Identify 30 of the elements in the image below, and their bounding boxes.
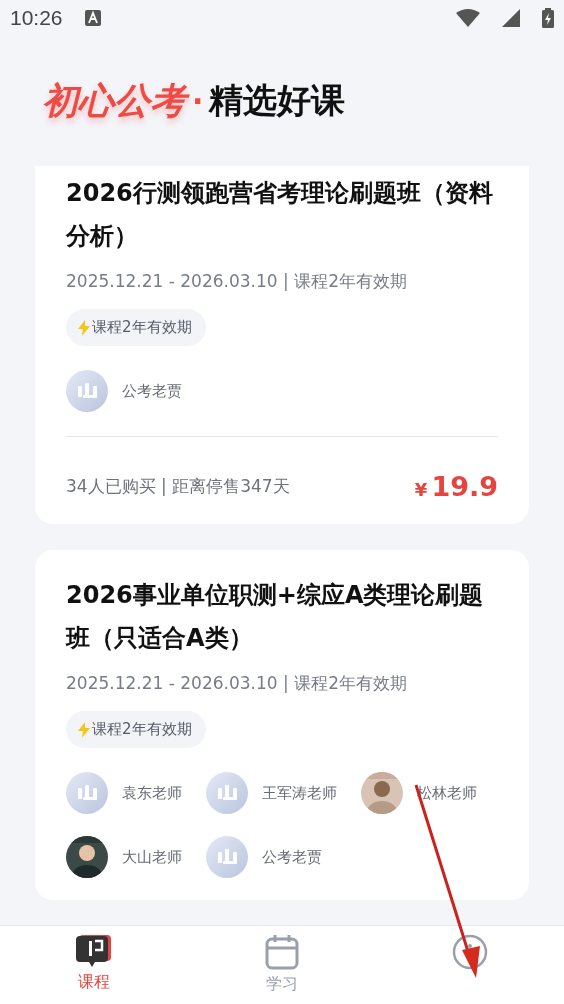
teacher-name: 王军涛老师 xyxy=(262,783,337,803)
logo-avatar xyxy=(206,836,248,878)
teacher-name: 公考老贾 xyxy=(122,381,182,401)
sales-info: 34人已购买 | 距离停售347天 xyxy=(66,475,290,498)
course-period: 2025.12.21 - 2026.03.10 | 课程2年有效期 xyxy=(66,672,408,695)
title-separator: · xyxy=(192,83,204,119)
lightning-icon xyxy=(78,721,90,738)
calendar-icon xyxy=(265,934,299,970)
logo-avatar xyxy=(66,370,108,412)
course-title: 2026事业单位职测+综应A类理论刷题班（只适合A类） xyxy=(66,580,485,654)
book-icon xyxy=(75,934,113,968)
teacher-name: 袁东老师 xyxy=(122,783,182,803)
signal-icon xyxy=(502,9,520,27)
course-period: 2025.12.21 - 2026.03.10 | 课程2年有效期 xyxy=(66,270,408,293)
status-time: 10:26 xyxy=(10,6,63,30)
price: ¥19.9 xyxy=(414,471,498,502)
logo-avatar xyxy=(206,772,248,814)
nav-tab[interactable]: 课程 xyxy=(0,926,188,1004)
battery-icon xyxy=(542,8,554,28)
teacher-name: 公考老贾 xyxy=(262,847,322,867)
keyboard-notification-icon xyxy=(84,10,101,26)
tag-text: 课程2年有效期 xyxy=(92,720,192,739)
wifi-icon xyxy=(456,9,480,27)
course-card[interactable]: 2026行测领跑营省考理论刷题班（资料分析） 2025.12.21 - 2026.03.10 | 课程2年有效期 课程2年有效期 公考老贾 34人已购买 | 距离停售347天 ¥19.9 xyxy=(35,166,529,524)
page-title: 精选好课 xyxy=(209,79,346,122)
teacher-name: 大山老师 xyxy=(122,847,182,867)
logo-avatar xyxy=(66,772,108,814)
lightning-icon xyxy=(78,319,90,336)
tag-text: 课程2年有效期 xyxy=(92,318,192,337)
course-title: 2026行测领跑营省考理论刷题班（资料分析） xyxy=(66,178,494,252)
